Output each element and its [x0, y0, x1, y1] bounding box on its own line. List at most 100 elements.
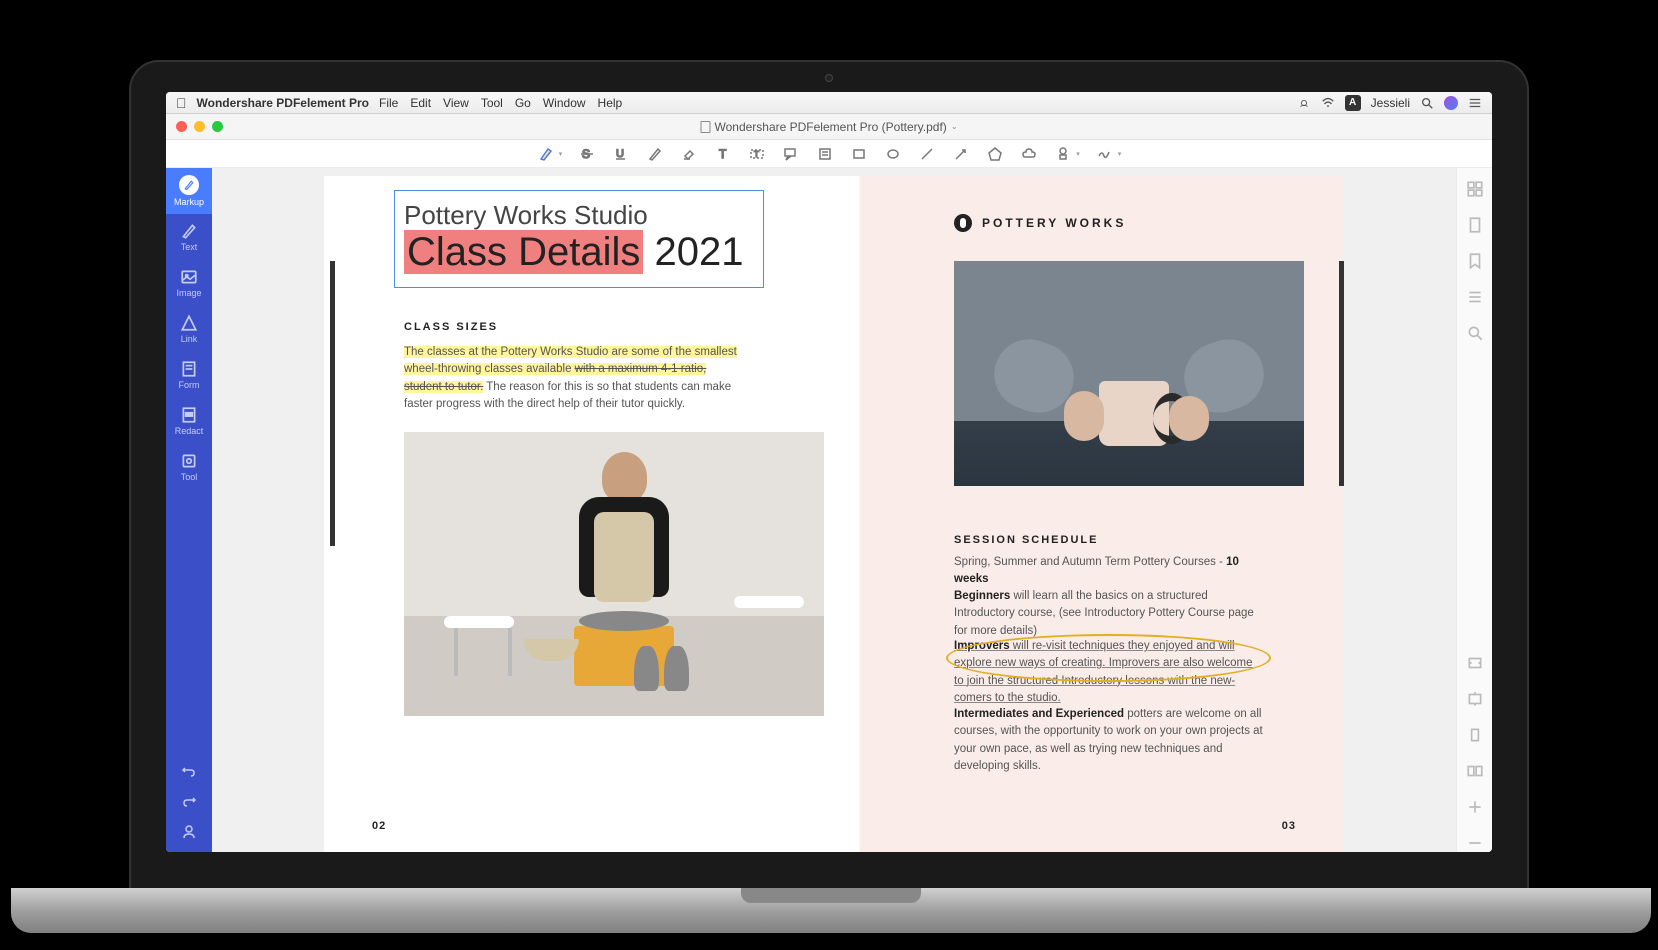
- siri-icon[interactable]: [1444, 96, 1458, 110]
- tool-icon: [180, 452, 198, 470]
- line-tool[interactable]: [918, 145, 936, 163]
- window-minimize[interactable]: [194, 121, 205, 132]
- menu-edit[interactable]: Edit: [410, 96, 431, 110]
- pencil-tool[interactable]: [646, 145, 664, 163]
- macos-menubar:  Wondershare PDFelement Pro File Edit V…: [166, 92, 1492, 114]
- sidebar-item-redact[interactable]: Redact: [166, 398, 212, 444]
- sidebar-item-text[interactable]: Text: [166, 214, 212, 260]
- session-terms: Spring, Summer and Autumn Term Pottery C…: [954, 554, 1264, 589]
- two-page-icon[interactable]: [1466, 762, 1484, 780]
- zoom-in-icon[interactable]: [1466, 798, 1484, 816]
- pottery-mug-photo: [954, 261, 1304, 486]
- sidebar-label: Redact: [175, 426, 204, 436]
- svg-text:T: T: [754, 150, 759, 159]
- sidebar-item-form[interactable]: Form: [166, 352, 212, 398]
- svg-text:U: U: [616, 148, 624, 160]
- control-center-icon[interactable]: [1468, 96, 1482, 110]
- markup-icon: [179, 175, 199, 195]
- user-icon[interactable]: [179, 822, 199, 842]
- image-icon: [180, 268, 198, 286]
- window-title: Wondershare PDFelement Pro (Pottery.pdf)…: [700, 120, 957, 134]
- title-dropdown-icon[interactable]: ⌄: [951, 122, 958, 131]
- menu-window[interactable]: Window: [543, 96, 586, 110]
- note-tool[interactable]: [816, 145, 834, 163]
- stamp-tool[interactable]: [1054, 145, 1072, 163]
- eraser-tool[interactable]: [680, 145, 698, 163]
- link-icon: [180, 314, 198, 332]
- user-name[interactable]: Jessieli: [1371, 96, 1410, 110]
- menu-view[interactable]: View: [443, 96, 469, 110]
- pottery-class-photo: [404, 432, 824, 716]
- left-sidebar: Markup Text Image Link Form: [166, 168, 212, 852]
- sidebar-item-link[interactable]: Link: [166, 306, 212, 352]
- grid-view-icon[interactable]: [1466, 180, 1484, 198]
- sidebar-label: Link: [181, 334, 198, 344]
- arrow-tool[interactable]: [952, 145, 970, 163]
- textbox-tool[interactable]: T: [748, 145, 766, 163]
- brand-logo-icon: [954, 214, 972, 232]
- form-icon: [180, 360, 198, 378]
- text-icon: [180, 222, 198, 240]
- document-icon: [700, 121, 710, 133]
- fit-page-icon[interactable]: [1466, 690, 1484, 708]
- title-year: 2021: [643, 230, 743, 274]
- app-name[interactable]: Wondershare PDFelement Pro: [197, 96, 370, 110]
- title-text: Wondershare PDFelement Pro (Pottery.pdf): [714, 120, 946, 134]
- menu-file[interactable]: File: [379, 96, 398, 110]
- svg-text:T: T: [719, 147, 727, 161]
- sidebar-label: Tool: [181, 472, 198, 482]
- page-number: 03: [1282, 820, 1296, 832]
- sidebar-label: Markup: [174, 197, 204, 207]
- scroll-indicator: [330, 261, 335, 546]
- chevron-down-icon[interactable]: ▾: [1076, 150, 1080, 158]
- sidebar-item-markup[interactable]: Markup: [166, 168, 212, 214]
- chevron-down-icon[interactable]: ▾: [1118, 150, 1122, 158]
- callout-tool[interactable]: [782, 145, 800, 163]
- document-canvas[interactable]: Pottery Works Studio Class Details 2021 …: [212, 168, 1456, 852]
- single-page-icon[interactable]: [1466, 726, 1484, 744]
- rectangle-tool[interactable]: [850, 145, 868, 163]
- sidebar-label: Form: [179, 380, 200, 390]
- page-panel-icon[interactable]: [1466, 216, 1484, 234]
- signature-tool[interactable]: [1096, 145, 1114, 163]
- chevron-down-icon[interactable]: ▾: [559, 150, 563, 158]
- sidebar-item-image[interactable]: Image: [166, 260, 212, 306]
- annotation-toolbar: ▾ S U T T ▾ ▾: [166, 140, 1492, 168]
- right-sidebar: [1456, 168, 1492, 852]
- wifi-icon[interactable]: [1321, 96, 1335, 110]
- highlight-tool[interactable]: [537, 145, 555, 163]
- menu-help[interactable]: Help: [598, 96, 623, 110]
- polygon-tool[interactable]: [986, 145, 1004, 163]
- page-left: Pottery Works Studio Class Details 2021 …: [324, 176, 834, 852]
- doc-title[interactable]: Class Details 2021: [404, 230, 744, 275]
- menu-tool[interactable]: Tool: [481, 96, 503, 110]
- apple-menu[interactable]: : [176, 95, 187, 111]
- search-panel-icon[interactable]: [1466, 324, 1484, 342]
- brand-header: POTTERY WORKS: [954, 214, 1126, 232]
- cloud-tool[interactable]: [1020, 145, 1038, 163]
- window-maximize[interactable]: [212, 121, 223, 132]
- zoom-out-icon[interactable]: [1466, 834, 1484, 852]
- strikethrough-tool[interactable]: S: [578, 145, 596, 163]
- menu-go[interactable]: Go: [515, 96, 531, 110]
- oval-tool[interactable]: [884, 145, 902, 163]
- fit-width-icon[interactable]: [1466, 654, 1484, 672]
- page-number: 02: [372, 820, 386, 832]
- session-intermediates: Intermediates and Experienced potters ar…: [954, 706, 1264, 775]
- spotlight-icon[interactable]: [1420, 96, 1434, 110]
- session-improvers: Improvers will re-visit techniques they …: [954, 638, 1264, 707]
- redact-icon: [180, 406, 198, 424]
- bookmark-panel-icon[interactable]: [1466, 252, 1484, 270]
- undo-button[interactable]: [179, 762, 199, 782]
- section-heading-session: SESSION SCHEDULE: [954, 534, 1098, 546]
- paragraph-class-sizes: The classes at the Pottery Works Studio …: [404, 344, 744, 413]
- input-lang[interactable]: A: [1345, 95, 1361, 111]
- airdrop-icon[interactable]: [1297, 96, 1311, 110]
- doc-subtitle[interactable]: Pottery Works Studio: [404, 200, 648, 231]
- text-tool[interactable]: T: [714, 145, 732, 163]
- underline-tool[interactable]: U: [612, 145, 630, 163]
- window-close[interactable]: [176, 121, 187, 132]
- sidebar-item-tool[interactable]: Tool: [166, 444, 212, 490]
- outline-panel-icon[interactable]: [1466, 288, 1484, 306]
- redo-button[interactable]: [179, 792, 199, 812]
